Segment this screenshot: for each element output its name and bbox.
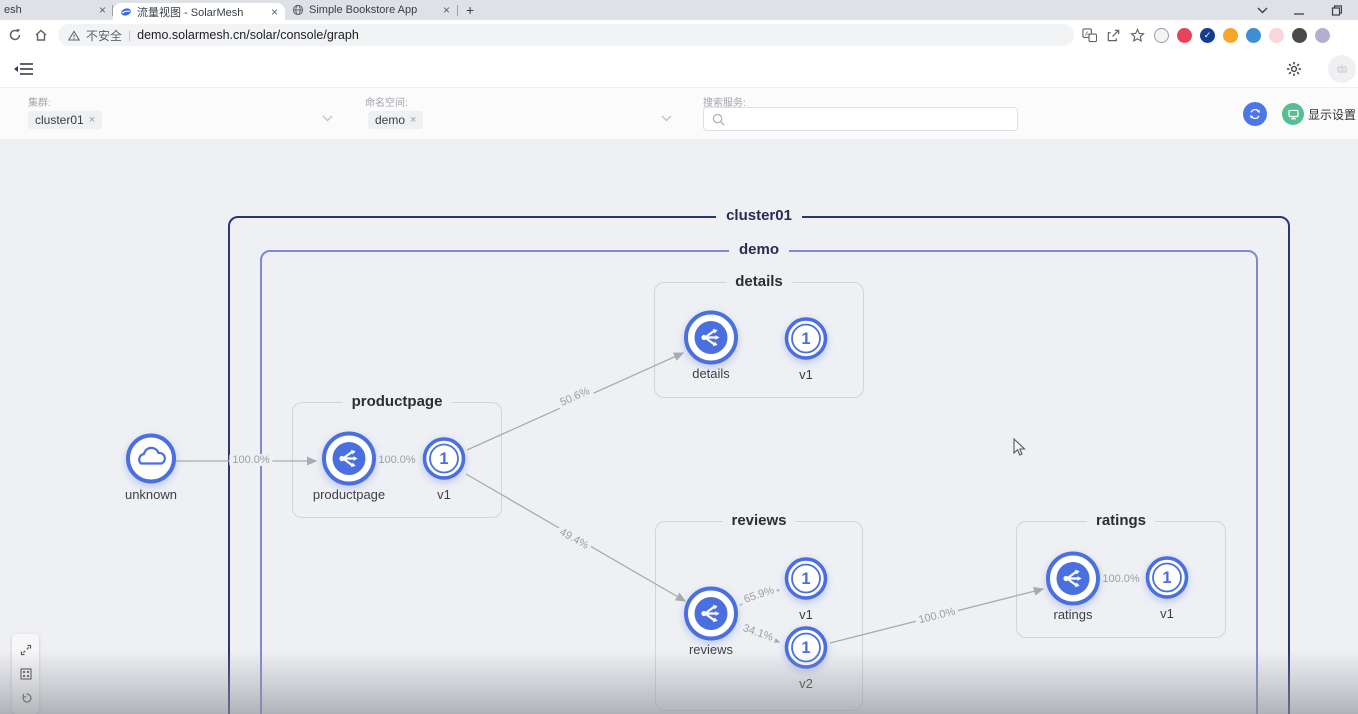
extension-pink-icon[interactable] (1269, 28, 1284, 43)
close-icon[interactable]: × (443, 4, 450, 16)
mouse-cursor (1013, 438, 1029, 458)
extension-multicolor-icon[interactable] (1246, 28, 1261, 43)
cluster-tag-text: cluster01 (35, 113, 84, 127)
node-details-svc[interactable] (682, 309, 740, 372)
security-label: 不安全 (86, 27, 122, 44)
edge-label-unknown-to-productpage-svc: 100.0% (229, 454, 272, 466)
display-settings-button[interactable]: 显示设置 (1282, 103, 1356, 125)
profile-avatar-icon[interactable] (1315, 28, 1330, 43)
refresh-icon (1248, 107, 1262, 121)
browser-tab-strip: esh × 流量视图 - SolarMesh × Simple Bookstor… (0, 0, 1358, 20)
close-icon[interactable]: × (99, 4, 106, 16)
namespace-tag[interactable]: demo × (368, 111, 423, 129)
node-label-ratings-v1: v1 (1160, 606, 1174, 621)
bookmark-star-icon[interactable] (1130, 28, 1145, 43)
translate-icon[interactable]: A (1082, 28, 1097, 43)
share-icon[interactable] (1106, 28, 1121, 43)
robot-avatar-icon (1334, 61, 1350, 77)
browser-url-bar: 不安全 | demo.solarmesh.cn/solar/console/gr… (0, 20, 1358, 50)
svg-text:1: 1 (801, 330, 810, 348)
node-unknown[interactable] (124, 432, 178, 491)
extension-monocle-icon[interactable] (1154, 28, 1169, 43)
node-label-reviews-svc: reviews (689, 642, 733, 657)
menu-unfold-icon[interactable] (14, 61, 34, 77)
maximize-icon[interactable] (1331, 5, 1342, 16)
node-label-ratings-svc: ratings (1053, 607, 1092, 622)
user-avatar[interactable] (1328, 55, 1356, 83)
solarmesh-favicon-icon (120, 6, 132, 18)
reload-icon[interactable] (6, 26, 24, 44)
svg-text:1: 1 (1162, 569, 1171, 587)
url-omnibox[interactable]: 不安全 | demo.solarmesh.cn/solar/console/gr… (58, 24, 1074, 46)
node-reviews-v2[interactable]: 1 (782, 624, 830, 677)
node-label-unknown: unknown (125, 487, 177, 502)
node-reviews-svc[interactable] (682, 585, 740, 648)
node-label-reviews-v1: v1 (799, 607, 813, 622)
fit-screen-icon[interactable] (18, 667, 33, 682)
graph-edges (0, 140, 1358, 714)
tab-title: 流量视图 - SolarMesh (137, 4, 266, 20)
svg-text:1: 1 (801, 639, 810, 657)
close-icon[interactable]: × (271, 6, 278, 18)
app-toolbar (0, 50, 1358, 88)
node-label-details-v1: v1 (799, 367, 813, 382)
node-reviews-v1[interactable]: 1 (782, 555, 830, 608)
node-ratings-v1[interactable]: 1 (1143, 554, 1191, 607)
namespace-filter-label: 命名空间: (365, 94, 408, 109)
extension-blue-check-icon[interactable]: ✓ (1200, 28, 1215, 43)
display-settings-label: 显示设置 (1308, 106, 1356, 123)
node-productpage-v1[interactable]: 1 (420, 435, 468, 488)
graph-controls-panel (12, 634, 39, 714)
tab-partial[interactable]: esh × (0, 0, 112, 20)
svg-text:1: 1 (439, 450, 448, 468)
node-label-reviews-v2: v2 (799, 676, 813, 691)
tab-solarmesh[interactable]: 流量视图 - SolarMesh × (113, 3, 285, 20)
extension-red-icon[interactable] (1177, 28, 1192, 43)
edge-label-productpage-svc-to-productpage-v1: 100.0% (375, 454, 418, 466)
namespace-tag-text: demo (375, 113, 405, 127)
reset-view-icon[interactable] (18, 691, 33, 706)
node-label-productpage-svc: productpage (313, 487, 385, 502)
warning-icon (68, 30, 80, 41)
minimize-icon[interactable] (1294, 5, 1305, 16)
monitor-icon (1282, 103, 1304, 125)
remove-tag-icon[interactable]: × (89, 114, 95, 126)
cluster-select-chevron-icon[interactable] (322, 115, 333, 122)
remove-tag-icon[interactable]: × (410, 114, 416, 126)
filter-bar: 集群: cluster01× 命名空间: demo× 搜索服务: 显示设置 (0, 88, 1358, 140)
search-input[interactable] (731, 112, 1009, 126)
node-label-details-svc: details (692, 366, 730, 381)
cluster-filter-label: 集群: (28, 94, 51, 109)
divider: | (128, 28, 131, 42)
gear-icon[interactable] (1286, 61, 1302, 77)
search-icon (712, 113, 725, 126)
edge-label-ratings-svc-to-ratings-v1: 100.0% (1099, 573, 1142, 585)
tab-title: Simple Bookstore App (309, 4, 438, 16)
home-icon[interactable] (32, 26, 50, 44)
new-tab-button[interactable]: + (466, 2, 474, 18)
tab-search-chevron-icon[interactable] (1257, 7, 1268, 14)
node-ratings-svc[interactable] (1044, 550, 1102, 613)
node-label-productpage-v1: v1 (437, 487, 451, 502)
node-productpage-svc[interactable] (320, 430, 378, 493)
cluster-tag[interactable]: cluster01 × (28, 111, 102, 129)
namespace-select-chevron-icon[interactable] (661, 115, 672, 122)
globe-favicon-icon (292, 4, 304, 16)
node-details-v1[interactable]: 1 (782, 315, 830, 368)
extension-orange-emoji-icon[interactable] (1223, 28, 1238, 43)
tab-separator (457, 5, 458, 16)
url-text: demo.solarmesh.cn/solar/console/graph (137, 28, 359, 42)
svg-text:1: 1 (801, 570, 810, 588)
refresh-button[interactable] (1243, 102, 1267, 126)
tab-bookstore[interactable]: Simple Bookstore App × (285, 0, 457, 20)
tab-title: esh (4, 4, 99, 16)
search-box[interactable] (703, 107, 1018, 131)
extensions-puzzle-icon[interactable] (1292, 28, 1307, 43)
graph-canvas[interactable]: cluster01demoproductpagedetailsreviewsra… (0, 140, 1358, 714)
expand-icon[interactable] (18, 643, 33, 658)
